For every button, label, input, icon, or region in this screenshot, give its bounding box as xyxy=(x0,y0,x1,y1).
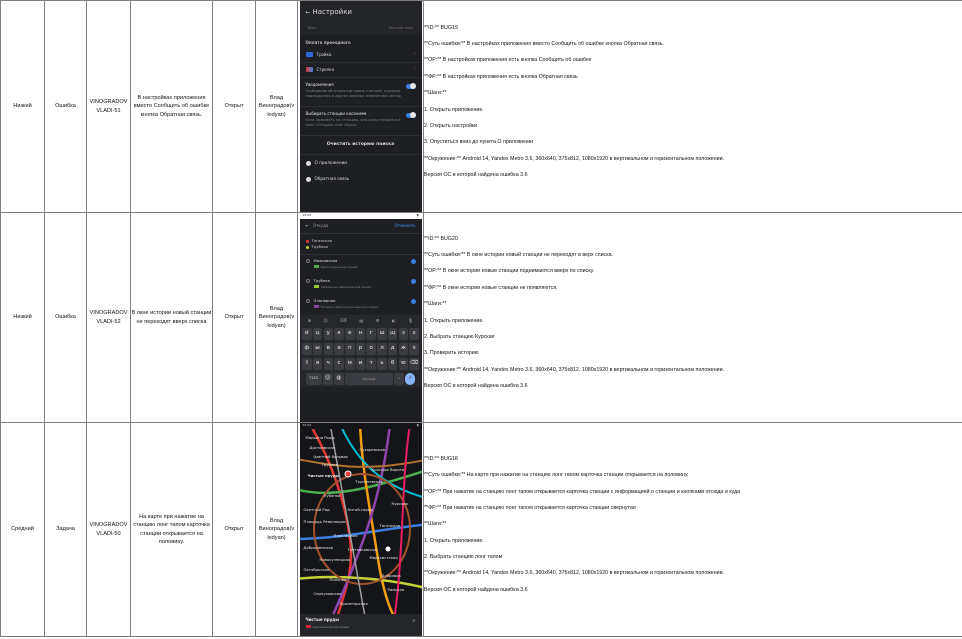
pay-item-strelka: Стрелка › xyxy=(299,63,422,78)
pay-section: Оплата проездного xyxy=(305,40,351,45)
bug-table: Низкий Ошибка VINOGRADOV VLADI-51 В настр… xyxy=(0,0,962,637)
assignee-cell: Влад Виноградов(v lodyan) xyxy=(255,212,298,423)
station-item: Планерная Таганско-Краснопресненская лини… xyxy=(300,295,422,315)
station-item: Трубная Люблинско-Дмитровская линия xyxy=(300,275,422,295)
key-cell: VINOGRADOV VLADI-52 xyxy=(86,212,131,423)
key-cell: VINOGRADOV VLADI-51 xyxy=(86,0,131,213)
table-row: Низкий Ошибка VINOGRADOV VLADI-51 В настр… xyxy=(0,0,962,213)
notif-toggle-row: Уведомления Сообщения об открытии новых с… xyxy=(299,78,422,107)
back-arrow-icon: ← xyxy=(305,223,309,229)
clock-icon xyxy=(305,279,310,283)
feedback-link: Обратная связь xyxy=(300,171,422,187)
globe-icon: ◍ xyxy=(333,373,344,385)
info-icon xyxy=(410,279,416,284)
search-bar: ← Откуда Отменить xyxy=(299,219,422,234)
priority-cell: Низкий xyxy=(0,212,45,423)
status-cell: Открыт xyxy=(212,0,256,213)
search-screenshot: 15:03 ▮ ← Откуда Отменить Таганская Трубная… xyxy=(299,213,422,422)
about-link: О приложении xyxy=(300,155,422,171)
table-row: Низкий Ошибка VINOGRADOV VLADI-52 В окне … xyxy=(0,212,962,423)
card-icon xyxy=(305,67,313,73)
priority-cell: Низкий xyxy=(0,0,45,213)
assignee-cell: Влад Виноградов(v lodyan) xyxy=(255,422,298,637)
keyboard-row-2: фывапролджэ xyxy=(302,343,420,355)
map-screenshot: 15:03 ▮ Марьина Роща Достоевская Цветной… xyxy=(299,423,422,636)
key-cell: VINOGRADOV VLADI-50 xyxy=(86,422,131,637)
lang-label: Язык xyxy=(307,25,317,30)
status-cell: Открыт xyxy=(212,212,256,423)
station-card: Чистые пруды Сокольническая линия ✕ xyxy=(299,614,422,636)
clear-history-button: Очистить историю поиска xyxy=(299,136,422,156)
keyboard-row-4: ?123 ☺ ◍ Русский. ✓ xyxy=(302,373,420,385)
keyboard-toolbar: ⊞ ☺ GIF ▤ ⚙ ◐ 🎙 xyxy=(307,318,414,324)
close-icon: ✕ xyxy=(412,618,416,623)
keyboard-row-3: ⇧ я ч с м и т ь б ю ⌫ xyxy=(302,358,420,370)
keyboard: ⊞ ☺ GIF ▤ ⚙ ◐ 🎙 йцукенгшщзх фывапролджэ ⇧ я ч с м и… xyxy=(299,315,422,387)
description-cell: **ID:** BUG19 **Суть ошибки:** В настройк… xyxy=(423,0,962,213)
description-cell: **ID:** BUG20 **Суть ошибки:** В окне ист… xyxy=(423,212,962,423)
battery-icon: ▮ xyxy=(416,213,419,217)
toggle-icon xyxy=(405,83,416,90)
pay-item-troika: Тройка › xyxy=(299,48,422,63)
assignee-cell: Влад Виноградов(v lodyan) xyxy=(255,0,298,213)
summary-cell: В окне истории новый станции не переходя… xyxy=(130,212,213,423)
type-cell: Ошибка xyxy=(44,212,87,423)
summary-cell: На карте при нажатие на станцию лонг тап… xyxy=(130,422,213,637)
description-cell: **ID:** BUG18 **Суть ошибки:** На карте п… xyxy=(423,422,962,637)
screenshot-cell: 15:03 ▮ Марьина Роща Достоевская Цветной… xyxy=(297,422,424,637)
info-icon xyxy=(305,160,311,166)
settings-title: Настройки xyxy=(312,8,352,16)
summary-cell: В настройках приложения вместо Сообщить … xyxy=(130,0,213,213)
lang-value: Русский язык xyxy=(388,25,414,30)
status-cell: Открыт xyxy=(212,422,256,637)
back-arrow-icon: ← xyxy=(305,9,311,16)
toggle-icon xyxy=(405,112,416,119)
emoji-icon: ☺ xyxy=(322,373,333,385)
table-row: Средний Задача VINOGRADOV VLADI-50 На кар… xyxy=(0,422,962,637)
type-cell: Задача xyxy=(44,422,87,637)
keyboard-row-1: йцукенгшщзх xyxy=(302,328,420,340)
card-icon xyxy=(305,52,313,58)
screenshot-cell: ← Настройки Язык Русский язык Оплата прое… xyxy=(297,0,424,213)
settings-screenshot: ← Настройки Язык Русский язык Оплата прое… xyxy=(299,1,422,212)
station-card-title: Чистые пруды xyxy=(305,617,340,622)
clock-icon xyxy=(305,259,310,263)
station-toggle-row: Выбирать станции касанием Если нажимать н… xyxy=(299,107,422,136)
priority-cell: Средний xyxy=(0,422,45,637)
info-icon xyxy=(410,299,416,304)
chat-icon xyxy=(305,176,311,182)
status-time: 15:03 xyxy=(302,213,312,217)
type-cell: Ошибка xyxy=(44,0,87,213)
station-item: Маяковская Замоскворецкая линия xyxy=(300,255,422,275)
screenshot-cell: 15:03 ▮ ← Откуда Отменить Таганская Трубная… xyxy=(297,212,424,423)
history-list: Таганская Трубная xyxy=(299,234,422,255)
info-icon xyxy=(410,259,416,264)
clock-icon xyxy=(305,299,310,303)
